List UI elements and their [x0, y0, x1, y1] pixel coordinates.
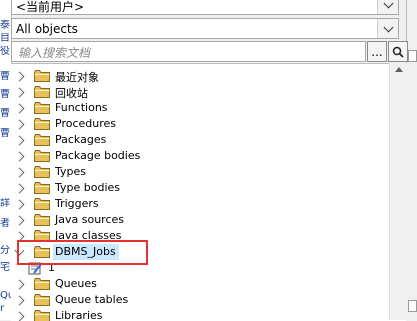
- schema-combo-dropdown[interactable]: [377, 0, 398, 14]
- schema-combo[interactable]: <当前用户>: [11, 0, 399, 15]
- tree-item-label: Type bodies: [55, 181, 121, 194]
- tree-item-label: Procedures: [55, 117, 116, 130]
- folder-icon: [34, 102, 50, 114]
- object-tree[interactable]: 最近对象回收站 Functions Procedures Packages Packag…: [11, 63, 406, 321]
- left-strip-char: 曹: [0, 71, 10, 82]
- tree-item[interactable]: 回收站: [11, 84, 389, 100]
- tree-item[interactable]: Packages: [11, 132, 389, 148]
- chevron-right-icon[interactable]: [14, 199, 25, 210]
- tree-item[interactable]: Queue tables: [11, 292, 389, 308]
- tree-item-label: Triggers: [55, 197, 99, 210]
- object-type-combo[interactable]: All objects: [11, 18, 399, 39]
- search-field[interactable]: [11, 41, 366, 62]
- tree-item-label: Package bodies: [55, 149, 141, 162]
- tree-item[interactable]: Procedures: [11, 116, 389, 132]
- folder-icon: [34, 310, 50, 321]
- highlight-box: [17, 240, 148, 265]
- tree-item-label: Functions: [55, 101, 108, 114]
- tree-item-label: Types: [55, 165, 86, 178]
- find-button[interactable]: [388, 41, 408, 62]
- left-strip-char: Queu: [0, 290, 11, 301]
- tree-item-label: 最近对象: [55, 71, 99, 84]
- folder-icon: [34, 134, 50, 146]
- tree-item[interactable]: Functions: [11, 100, 389, 116]
- left-strip-char: 目: [0, 33, 10, 44]
- tree-item[interactable]: Triggers: [11, 196, 389, 212]
- tree-item-label: Queues: [55, 277, 97, 290]
- schema-combo-value: <当前用户>: [16, 0, 85, 14]
- tree-item[interactable]: Queues: [11, 276, 389, 292]
- left-strip-char: 役: [0, 46, 10, 57]
- chevron-right-icon[interactable]: [14, 295, 25, 306]
- tree-item[interactable]: Java sources: [11, 212, 389, 228]
- folder-icon: [34, 166, 50, 178]
- folder-icon: [34, 214, 50, 226]
- folder-icon: [34, 70, 50, 82]
- tree-item[interactable]: Types: [11, 164, 389, 180]
- left-strip-char: 者: [0, 218, 10, 229]
- folder-icon: [34, 278, 50, 290]
- chevron-right-icon[interactable]: [14, 215, 25, 226]
- tree-item[interactable]: Type bodies: [11, 180, 389, 196]
- chevron-right-icon[interactable]: [14, 87, 25, 98]
- chevron-down-icon: [383, 0, 393, 8]
- tree-item-label: Queue tables: [55, 293, 129, 306]
- tree-item[interactable]: Libraries: [11, 308, 389, 321]
- tree-item-label: Packages: [55, 133, 107, 146]
- left-strip-char: r: [0, 303, 5, 314]
- chevron-right-icon[interactable]: [14, 167, 25, 178]
- search-input[interactable]: [16, 43, 360, 62]
- folder-icon: [34, 150, 50, 162]
- right-strip-box: [408, 300, 417, 312]
- left-strip-char: 詳: [0, 198, 10, 209]
- chevron-right-icon[interactable]: [14, 119, 25, 130]
- left-strip-char: 曹: [0, 108, 10, 119]
- chevron-down-icon: [383, 22, 393, 32]
- left-strip-char: 宅: [0, 262, 10, 273]
- left-strip-char: 泰: [0, 20, 10, 31]
- browse-button[interactable]: ...: [367, 41, 387, 62]
- browse-button-label: ...: [371, 44, 383, 59]
- folder-icon: [34, 182, 50, 194]
- object-type-value: All objects: [16, 22, 78, 36]
- vertical-scrollbar[interactable]: [389, 63, 407, 320]
- left-strip-char: 曹: [0, 128, 10, 139]
- search-icon: [392, 46, 404, 58]
- chevron-right-icon[interactable]: [14, 183, 25, 194]
- left-strip-char: 分: [0, 245, 10, 256]
- chevron-right-icon[interactable]: [14, 151, 25, 162]
- tree-item-label: Libraries: [55, 309, 103, 321]
- tree-item-label: 回收站: [55, 87, 88, 100]
- folder-icon: [34, 86, 50, 98]
- folder-icon: [34, 294, 50, 306]
- tree-item-label: Java sources: [55, 213, 124, 226]
- chevron-right-icon[interactable]: [14, 135, 25, 146]
- left-strip-char: 曹: [0, 89, 10, 100]
- folder-icon: [34, 198, 50, 210]
- right-strip-box: [408, 50, 417, 62]
- chevron-right-icon[interactable]: [14, 71, 25, 82]
- object-type-dropdown[interactable]: [377, 19, 398, 38]
- tree-item[interactable]: Package bodies: [11, 148, 389, 164]
- tree-item[interactable]: 最近对象: [11, 68, 389, 84]
- folder-icon: [34, 118, 50, 130]
- chevron-right-icon[interactable]: [14, 279, 25, 290]
- scroll-up-icon[interactable]: [395, 67, 403, 72]
- chevron-right-icon[interactable]: [14, 103, 25, 114]
